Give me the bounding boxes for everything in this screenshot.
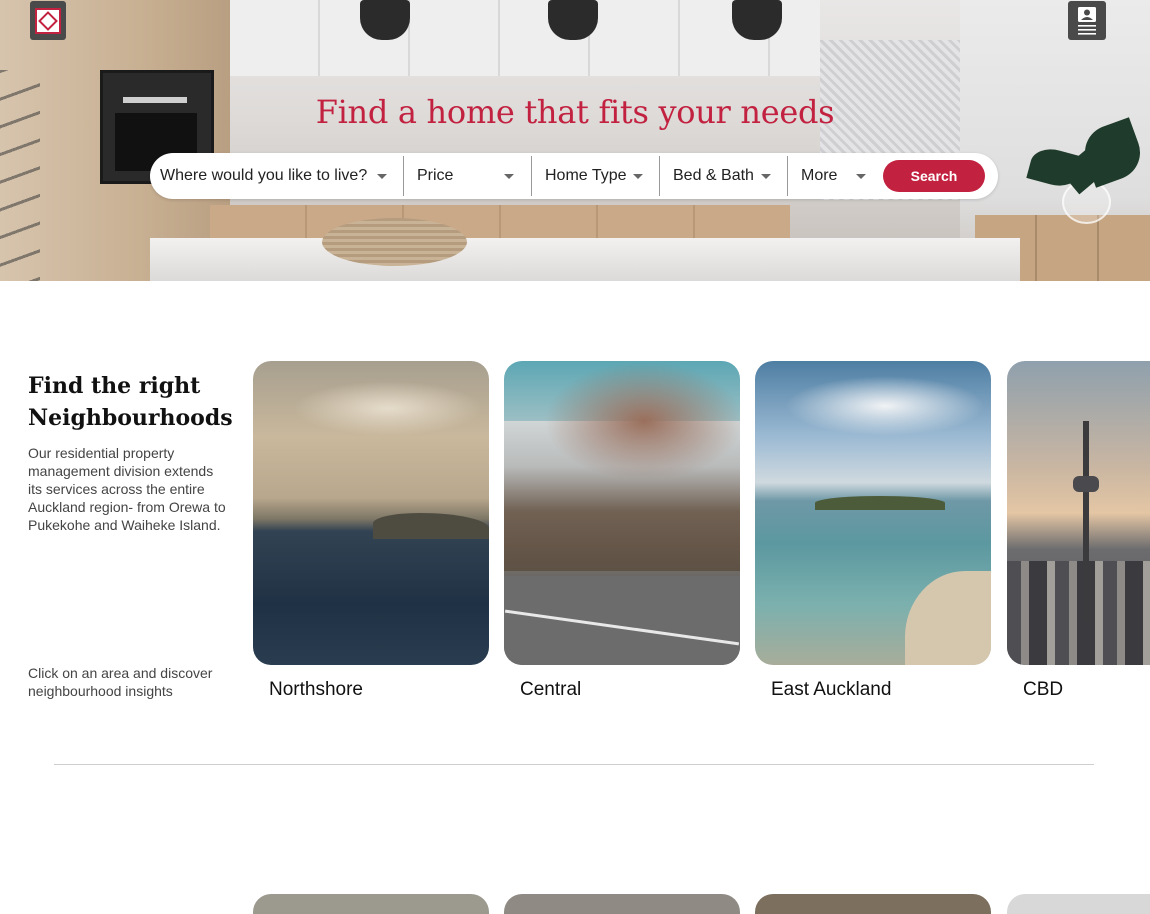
more-label: More bbox=[801, 167, 838, 184]
hero-plant bbox=[1026, 117, 1148, 220]
search-divider bbox=[403, 156, 404, 196]
neighbourhood-image bbox=[1007, 361, 1150, 665]
neighbourhood-image bbox=[504, 361, 740, 665]
home-type-label: Home Type bbox=[545, 167, 627, 184]
neighbourhood-card-central[interactable]: Central bbox=[504, 361, 740, 701]
next-section-card[interactable] bbox=[1007, 894, 1150, 914]
neighbourhoods-title: Find the right Neighbourhoods bbox=[28, 373, 233, 431]
hero-lower-cabinets bbox=[210, 205, 790, 239]
search-button[interactable]: Search bbox=[883, 160, 985, 192]
section-divider bbox=[54, 764, 1094, 765]
price-dropdown[interactable]: Price bbox=[417, 153, 527, 199]
neighbourhood-image bbox=[253, 361, 489, 665]
neighbourhood-card-east-auckland[interactable]: East Auckland bbox=[755, 361, 991, 701]
search-divider bbox=[787, 156, 788, 196]
search-divider bbox=[531, 156, 532, 196]
contact-card-icon bbox=[1078, 6, 1096, 35]
caret-down-icon bbox=[761, 174, 771, 179]
neighbourhood-name: CBD bbox=[1023, 679, 1064, 700]
pendant-lamp bbox=[548, 0, 598, 40]
neighbourhood-card-northshore[interactable]: Northshore bbox=[253, 361, 489, 701]
search-bar: Where would you like to live? Price Home… bbox=[150, 153, 998, 199]
next-section-card[interactable] bbox=[253, 894, 489, 914]
neighbourhoods-description: Our residential property management divi… bbox=[28, 445, 226, 533]
caret-down-icon bbox=[633, 174, 643, 179]
bed-bath-dropdown[interactable]: Bed & Bath bbox=[673, 153, 783, 199]
location-dropdown[interactable]: Where would you like to live? bbox=[160, 153, 400, 199]
logo-mark-icon bbox=[35, 7, 61, 34]
home-type-dropdown[interactable]: Home Type bbox=[545, 153, 655, 199]
price-label: Price bbox=[417, 167, 454, 184]
bed-bath-label: Bed & Bath bbox=[673, 167, 754, 184]
caret-down-icon bbox=[377, 174, 387, 179]
neighbourhood-card-cbd[interactable]: CBD bbox=[1007, 361, 1150, 701]
next-section-card[interactable] bbox=[504, 894, 740, 914]
search-divider bbox=[659, 156, 660, 196]
neighbourhood-name: Central bbox=[520, 679, 582, 700]
location-label: Where would you like to live? bbox=[160, 167, 368, 184]
pendant-lamp bbox=[732, 0, 782, 40]
caret-down-icon bbox=[504, 174, 514, 179]
more-dropdown[interactable]: More bbox=[801, 153, 876, 199]
company-logo[interactable] bbox=[30, 1, 66, 40]
neighbourhoods-hint: Click on an area and discover neighbourh… bbox=[28, 665, 213, 699]
hero-banner: Find a home that fits your needs Where w… bbox=[0, 0, 1150, 281]
next-section-card[interactable] bbox=[755, 894, 991, 914]
contact-button[interactable] bbox=[1068, 1, 1106, 40]
neighbourhood-image bbox=[755, 361, 991, 665]
hero-basket bbox=[322, 218, 467, 266]
hero-counter bbox=[150, 238, 1020, 281]
pendant-lamp bbox=[360, 0, 410, 40]
caret-down-icon bbox=[856, 174, 866, 179]
hero-title: Find a home that fits your needs bbox=[315, 93, 835, 131]
neighbourhood-name: East Auckland bbox=[771, 679, 892, 700]
neighbourhood-name: Northshore bbox=[269, 679, 363, 700]
